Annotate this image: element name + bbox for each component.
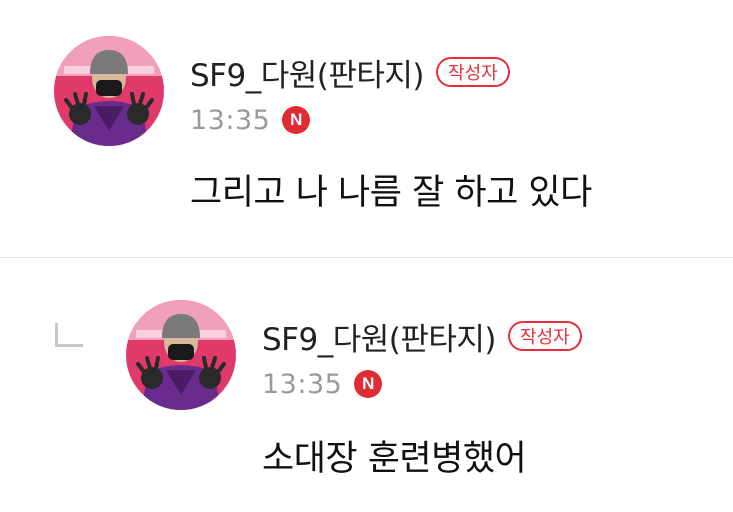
author-name[interactable]: SF9_다원(판타지) (262, 314, 497, 359)
author-row: SF9_다원(판타지) 작성자 (190, 50, 510, 95)
new-badge-icon: N (282, 106, 311, 134)
comment-meta: 13:35 N (190, 102, 311, 138)
comment-meta: 13:35 N (262, 366, 383, 402)
comment-time: 13:35 (262, 368, 343, 400)
reply-arrow-icon (55, 323, 83, 347)
reply-comment-item: SF9_다원(판타지) 작성자 13:35 N 소대장 훈련병했어 (0, 258, 733, 512)
comment-text: 소대장 훈련병했어 (262, 439, 527, 479)
writer-badge: 작성자 (508, 321, 582, 351)
comment-text: 그리고 나 나름 잘 하고 있다 (190, 173, 592, 213)
writer-badge: 작성자 (436, 57, 510, 87)
avatar[interactable] (126, 300, 236, 410)
comment-time: 13:35 (190, 104, 271, 136)
author-row: SF9_다원(판타지) 작성자 (262, 314, 582, 359)
new-badge-icon: N (354, 370, 383, 398)
comment-item: SF9_다원(판타지) 작성자 13:35 N 그리고 나 나름 잘 하고 있다 (0, 0, 733, 257)
avatar[interactable] (54, 36, 164, 146)
author-name[interactable]: SF9_다원(판타지) (190, 50, 425, 95)
